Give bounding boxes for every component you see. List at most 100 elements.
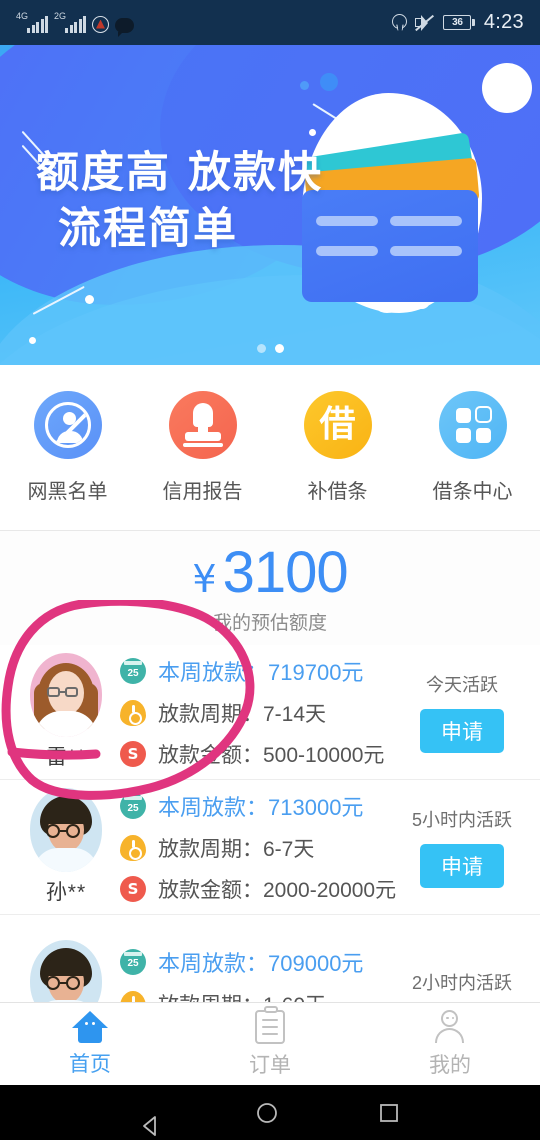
lender-name: 雷** <box>45 746 87 769</box>
location-pin-icon <box>392 13 408 32</box>
status-bar-left: 4G 2G <box>16 10 134 37</box>
tab-label: 订单 <box>249 1053 291 1077</box>
banner-dot-2[interactable] <box>274 344 284 353</box>
loan-period-label: 放款周期： <box>158 838 263 861</box>
back-triangle-icon[interactable] <box>138 1100 159 1136</box>
dollar-glyph: S <box>127 879 139 898</box>
home-circle-icon[interactable] <box>254 1100 280 1126</box>
quick-action-add-iou[interactable]: 借 补借条 <box>270 391 405 504</box>
jie-character-icon: 借 <box>303 391 372 459</box>
avatar <box>30 940 102 1005</box>
quick-action-iou-center[interactable]: 借条中心 <box>405 391 540 504</box>
volume-mute-icon <box>414 14 435 32</box>
status-bar-clock: 4:23 <box>483 11 524 33</box>
weekly-disbursement-label: 本周放款： <box>158 950 269 976</box>
activity-status: 5小时内活跃 <box>411 810 512 830</box>
loan-amount-line: S 放款金额： 500-10000元 <box>120 739 398 769</box>
recents-square-icon[interactable] <box>376 1100 402 1126</box>
lender-actions: 2小时内活跃 <box>398 969 526 995</box>
currency-symbol: ¥ <box>192 556 217 601</box>
loan-amount-value: 2000-20000元 <box>263 879 397 902</box>
bottom-tab-bar: 首页 订单 我的 <box>0 1002 540 1085</box>
quick-action-label: 信用报告 <box>162 481 243 503</box>
banner-pagination-dots[interactable] <box>0 344 540 353</box>
quick-actions-grid: 网黑名单 信用报告 借 补借条 借条中心 <box>0 365 540 530</box>
status-bar: 4G 2G 36 4:23 <box>0 0 540 45</box>
loan-amount-label: 放款金额： <box>158 744 263 767</box>
lender-actions: 今天活跃 申请 <box>398 671 526 753</box>
promo-banner[interactable]: 额度高 放款快 流程简单 <box>0 45 540 365</box>
lender-info: 25 本周放款： 709000元 放款周期： 1-60天 <box>118 946 398 1005</box>
credit-amount-row: ¥ 3100 <box>192 541 348 604</box>
list-item[interactable]: 孙** 25 本周放款： 713000元 放款周期： 6-7天 S 放款金额： … <box>0 780 540 915</box>
home-icon <box>72 1010 108 1043</box>
weekly-disbursement-line: 25 本周放款： 713000元 <box>120 790 398 822</box>
apply-button[interactable]: 申请 <box>420 844 504 888</box>
dollar-coin-icon: S <box>120 876 146 902</box>
clipboard-icon <box>255 1005 285 1044</box>
calendar-day-label: 25 <box>127 667 139 679</box>
money-drop-icon <box>120 700 146 726</box>
person-icon <box>434 1009 466 1044</box>
weekly-disbursement-value: 709000元 <box>268 950 364 976</box>
calendar-icon: 25 <box>120 793 146 819</box>
tab-label: 首页 <box>69 1052 111 1076</box>
lender-avatar-block: 雷** <box>14 653 118 771</box>
blocked-user-icon <box>33 391 102 459</box>
quick-action-blacklist[interactable]: 网黑名单 <box>0 391 135 504</box>
lender-name: 孙** <box>45 881 87 904</box>
grid-apps-icon <box>438 391 507 459</box>
apply-button[interactable]: 申请 <box>420 709 504 753</box>
weekly-disbursement-line: 25 本周放款： 719700元 <box>120 655 398 687</box>
loan-period-line: 放款周期： 7-14天 <box>120 698 398 728</box>
avatar <box>30 788 102 872</box>
loan-amount-value: 500-10000元 <box>263 744 385 767</box>
calendar-icon: 25 <box>120 948 146 975</box>
signal-strength-sim2-icon: 2G <box>54 11 86 33</box>
loan-amount-label: 放款金额： <box>158 879 263 902</box>
lender-avatar-block: 孙** <box>14 788 118 906</box>
dollar-coin-icon: S <box>120 741 146 767</box>
avatar <box>30 653 102 737</box>
loan-amount-line: S 放款金额： 2000-20000元 <box>120 874 398 904</box>
banner-headline: 额度高 放款快 流程简单 <box>36 145 323 257</box>
battery-level-label: 36 <box>452 17 463 28</box>
list-item[interactable]: 雷** 25 本周放款： 719700元 放款周期： 7-14天 S 放款金额：… <box>0 645 540 780</box>
quick-action-credit-report[interactable]: 信用报告 <box>135 391 270 504</box>
calendar-icon: 25 <box>120 658 146 684</box>
money-drop-icon <box>120 835 146 861</box>
banner-dot-decoration-1 <box>320 73 338 91</box>
tab-label: 我的 <box>429 1053 471 1077</box>
network-type-sim1-label: 4G <box>16 10 29 21</box>
lender-info: 25 本周放款： 713000元 放款周期： 6-7天 S 放款金额： 2000… <box>118 790 398 904</box>
status-bar-right: 36 4:23 <box>392 11 524 34</box>
activity-status: 今天活跃 <box>426 675 498 695</box>
tab-home[interactable]: 首页 <box>0 1003 180 1085</box>
lender-info: 25 本周放款： 719700元 放款周期： 7-14天 S 放款金额： 500… <box>118 655 398 769</box>
loan-period-value: 6-7天 <box>263 838 315 861</box>
message-bubble-icon <box>115 17 134 37</box>
tab-orders[interactable]: 订单 <box>180 1003 360 1085</box>
lender-avatar-block <box>14 940 118 1005</box>
weekly-disbursement-label: 本周放款： <box>158 795 269 820</box>
android-navigation-bar <box>0 1085 540 1140</box>
tab-mine[interactable]: 我的 <box>360 1003 540 1085</box>
calendar-day-label: 25 <box>127 802 139 814</box>
banner-dot-1[interactable] <box>256 344 266 353</box>
loan-period-line: 放款周期： 6-7天 <box>120 833 398 863</box>
phone-screen: 4G 2G 36 4:23 额度高 放款快 流程简单 网黑名单 信用报告 借 补… <box>0 0 540 1140</box>
weekly-disbursement-label: 本周放款： <box>158 660 269 685</box>
lender-actions: 5小时内活跃 申请 <box>398 806 526 888</box>
dollar-glyph: S <box>127 744 139 763</box>
estimated-credit-panel: ¥ 3100 我的预估额度 <box>0 530 540 645</box>
weekly-disbursement-line: 25 本周放款： 709000元 <box>120 946 398 978</box>
wallet-with-cards-illustration <box>301 93 512 321</box>
quick-action-label: 网黑名单 <box>27 481 108 503</box>
loan-period-label: 放款周期： <box>158 703 263 726</box>
banner-dot-decoration-2 <box>300 81 309 90</box>
jie-glyph: 借 <box>319 404 356 445</box>
signal-strength-sim1-icon: 4G <box>16 10 48 33</box>
list-item[interactable]: 25 本周放款： 709000元 放款周期： 1-60天 2小时内活跃 <box>0 915 540 1005</box>
lender-list[interactable]: 雷** 25 本周放款： 719700元 放款周期： 7-14天 S 放款金额：… <box>0 645 540 1005</box>
banner-spark-decoration-2 <box>29 285 97 344</box>
